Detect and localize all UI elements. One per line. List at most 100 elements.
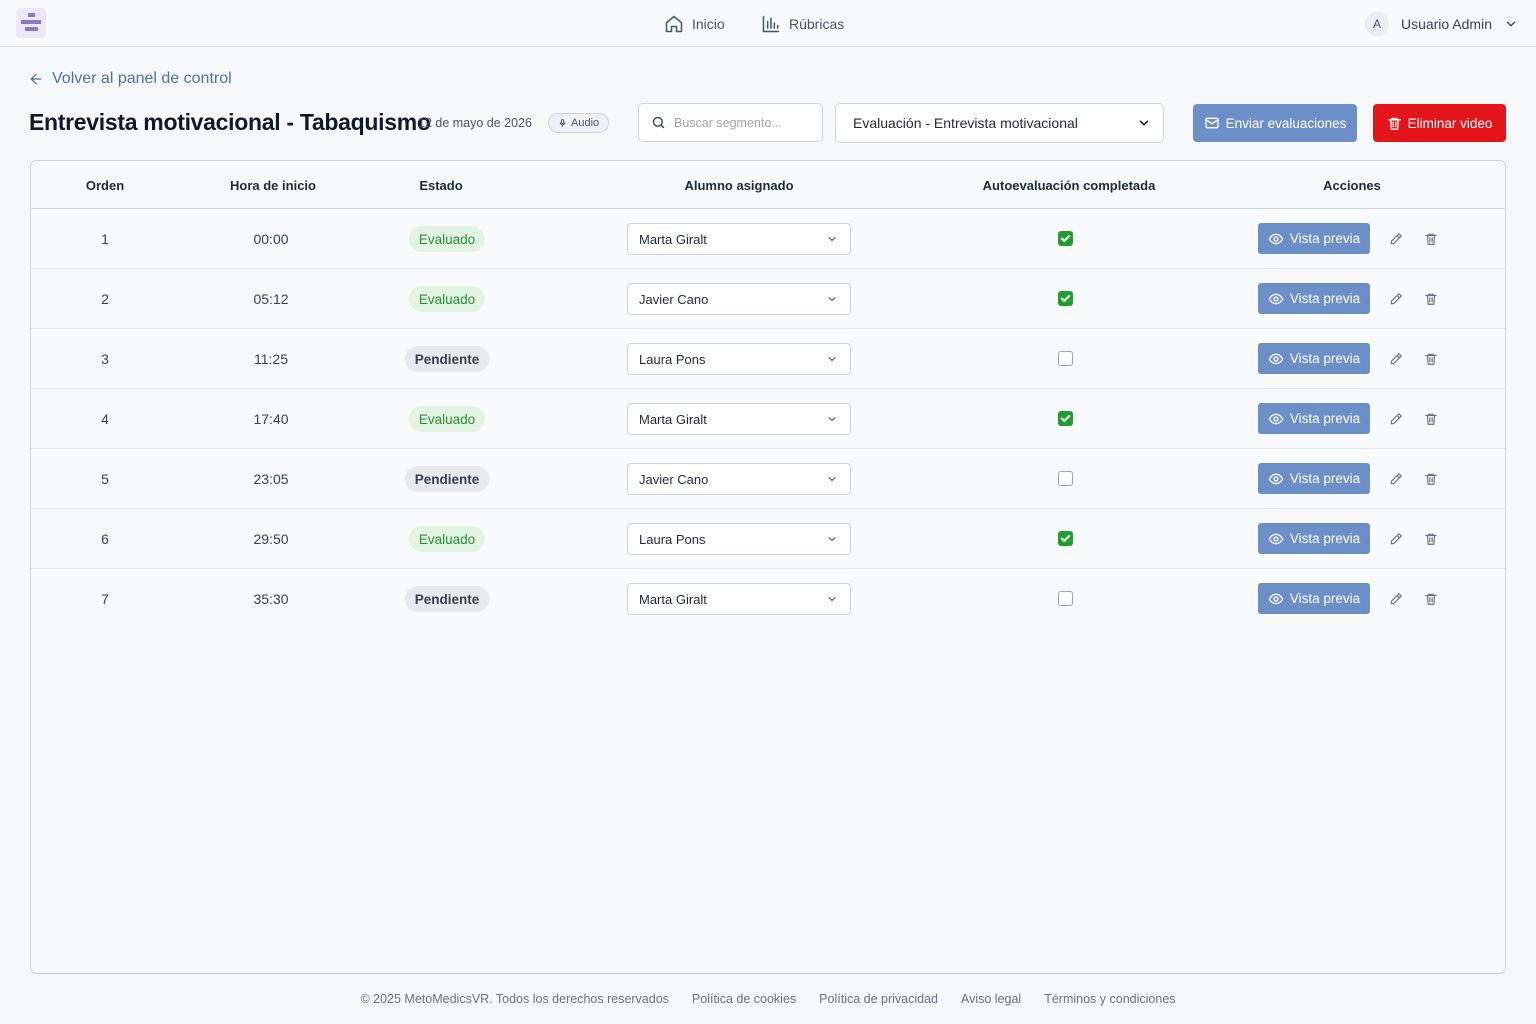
- avatar: A: [1364, 11, 1389, 36]
- self-evaluation-checkbox[interactable]: [1058, 411, 1073, 426]
- back-to-dashboard-link[interactable]: Volver al panel de control: [28, 70, 232, 88]
- student-select[interactable]: Laura Pons: [627, 523, 851, 555]
- app-logo[interactable]: [16, 8, 46, 38]
- chevron-down-icon: [828, 236, 836, 242]
- footer-link-legal-notice[interactable]: Aviso legal: [961, 992, 1021, 1006]
- preview-button[interactable]: Vista previa: [1258, 403, 1370, 434]
- chevron-down-icon: [828, 536, 836, 542]
- send-evaluations-button[interactable]: Enviar evaluaciones: [1193, 104, 1357, 142]
- edit-segment-button[interactable]: [1387, 590, 1405, 608]
- row-order: 5: [101, 471, 109, 487]
- trash-icon: [1425, 353, 1437, 365]
- student-select-value: Marta Giralt: [639, 411, 707, 427]
- edit-segment-button[interactable]: [1387, 350, 1405, 368]
- delete-segment-button[interactable]: [1422, 530, 1440, 548]
- preview-button-label: Vista previa: [1289, 291, 1361, 306]
- column-header-actions: Acciones: [1323, 177, 1381, 193]
- table-header: Orden Hora de inicio Estado Alumno asign…: [31, 161, 1505, 209]
- table-row: 2 05:12 Evaluado Javier Cano Vista previ…: [31, 269, 1505, 329]
- student-select[interactable]: Javier Cano: [627, 283, 851, 315]
- chevron-down-icon: [1139, 120, 1149, 126]
- search-input[interactable]: [674, 115, 814, 130]
- preview-button[interactable]: Vista previa: [1258, 283, 1370, 314]
- chevron-down-icon: [828, 356, 836, 362]
- delete-segment-button[interactable]: [1422, 350, 1440, 368]
- delete-segment-button[interactable]: [1422, 230, 1440, 248]
- student-select-value: Laura Pons: [639, 351, 706, 367]
- segments-table: Orden Hora de inicio Estado Alumno asign…: [30, 160, 1506, 974]
- delete-segment-button[interactable]: [1422, 590, 1440, 608]
- student-select[interactable]: Javier Cano: [627, 463, 851, 495]
- student-select[interactable]: Laura Pons: [627, 343, 851, 375]
- preview-button-label: Vista previa: [1289, 351, 1361, 366]
- status-badge: Evaluado: [408, 526, 486, 552]
- self-evaluation-checkbox[interactable]: [1058, 471, 1073, 486]
- user-menu[interactable]: A Usuario Admin: [1364, 0, 1518, 47]
- preview-button-label: Vista previa: [1289, 231, 1361, 246]
- footer-link-terms[interactable]: Términos y condiciones: [1044, 992, 1175, 1006]
- edit-segment-button[interactable]: [1387, 410, 1405, 428]
- student-select[interactable]: Marta Giralt: [627, 403, 851, 435]
- self-evaluation-checkbox[interactable]: [1058, 291, 1073, 306]
- nav-home-label: Inicio: [692, 15, 725, 32]
- microphone-icon: [559, 119, 566, 127]
- eye-icon: [1268, 293, 1284, 304]
- preview-button[interactable]: Vista previa: [1258, 343, 1370, 374]
- edit-segment-button[interactable]: [1387, 530, 1405, 548]
- self-evaluation-checkbox[interactable]: [1058, 351, 1073, 366]
- delete-video-button[interactable]: Eliminar video: [1373, 104, 1506, 142]
- preview-button[interactable]: Vista previa: [1258, 463, 1370, 494]
- student-select[interactable]: Marta Giralt: [627, 583, 851, 615]
- delete-segment-button[interactable]: [1422, 470, 1440, 488]
- footer: © 2025 MetoMedicsVR. Todos los derechos …: [0, 992, 1536, 1006]
- home-icon: [665, 15, 683, 32]
- student-select-value: Javier Cano: [639, 291, 709, 307]
- delete-video-label: Eliminar video: [1407, 115, 1493, 131]
- table-row: 5 23:05 Pendiente Javier Cano Vista prev…: [31, 449, 1505, 509]
- eye-icon: [1268, 233, 1284, 244]
- column-header-order: Orden: [85, 177, 125, 193]
- trash-icon: [1387, 117, 1401, 130]
- status-badge: Evaluado: [408, 406, 486, 432]
- checkmark-icon: [1060, 535, 1071, 542]
- edit-segment-button[interactable]: [1387, 470, 1405, 488]
- student-select-value: Marta Giralt: [639, 591, 707, 607]
- rubric-select[interactable]: Evaluación - Entrevista motivacional: [835, 103, 1164, 143]
- self-evaluation-checkbox[interactable]: [1058, 591, 1073, 606]
- row-status-cell: Evaluado: [408, 269, 486, 329]
- row-order: 3: [101, 351, 109, 367]
- self-evaluation-checkbox[interactable]: [1058, 531, 1073, 546]
- row-order: 2: [101, 291, 109, 307]
- preview-button[interactable]: Vista previa: [1258, 523, 1370, 554]
- pencil-icon: [1390, 413, 1402, 425]
- row-start-time: 00:00: [253, 231, 289, 247]
- preview-button[interactable]: Vista previa: [1258, 583, 1370, 614]
- footer-link-privacy[interactable]: Política de privacidad: [819, 992, 938, 1006]
- nav-rubrics-label: Rúbricas: [789, 15, 845, 32]
- nav-home[interactable]: Inicio: [664, 0, 725, 47]
- self-evaluation-checkbox[interactable]: [1058, 231, 1073, 246]
- chevron-down-icon: [828, 416, 836, 422]
- student-select[interactable]: Marta Giralt: [627, 223, 851, 255]
- chevron-down-icon: [828, 596, 836, 602]
- delete-segment-button[interactable]: [1422, 410, 1440, 428]
- footer-link-cookies[interactable]: Política de cookies: [692, 992, 796, 1006]
- preview-button[interactable]: Vista previa: [1258, 223, 1370, 254]
- edit-segment-button[interactable]: [1387, 230, 1405, 248]
- video-date: 12 de mayo de 2026: [418, 116, 532, 130]
- edit-segment-button[interactable]: [1387, 290, 1405, 308]
- row-order: 7: [101, 591, 109, 607]
- nav-rubrics[interactable]: Rúbricas: [761, 0, 844, 47]
- row-start-time: 23:05: [253, 471, 289, 487]
- trash-icon: [1425, 473, 1437, 485]
- pencil-icon: [1390, 353, 1402, 365]
- column-header-status: Estado: [419, 177, 463, 193]
- send-evaluations-label: Enviar evaluaciones: [1225, 115, 1347, 131]
- trash-icon: [1425, 233, 1437, 245]
- eye-icon: [1268, 533, 1284, 544]
- preview-button-label: Vista previa: [1289, 471, 1361, 486]
- column-header-student: Alumno asignado: [684, 177, 794, 193]
- delete-segment-button[interactable]: [1422, 290, 1440, 308]
- student-select-value: Laura Pons: [639, 531, 706, 547]
- table-row: 6 29:50 Evaluado Laura Pons Vista previa: [31, 509, 1505, 569]
